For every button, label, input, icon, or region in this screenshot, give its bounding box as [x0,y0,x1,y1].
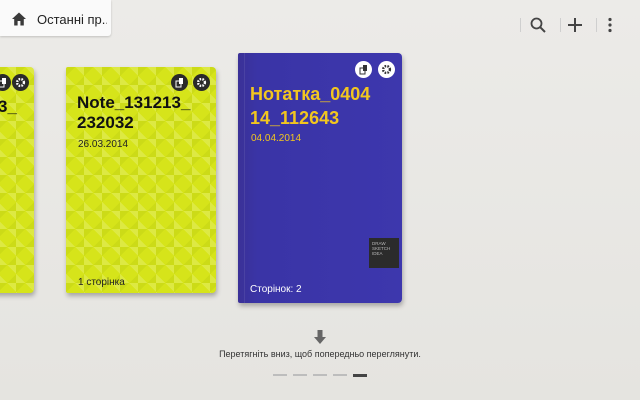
note-card-selected[interactable]: Нотатка_0404 14_112643 04.04.2014 DRAW S… [238,53,402,303]
note-date: 26.03.2014 [78,139,129,150]
settings-icon[interactable] [12,74,29,91]
overflow-menu-icon[interactable] [600,14,620,36]
drag-hint: Перетягніть вниз, щоб попередньо перегля… [219,349,421,359]
divider [596,18,597,32]
note-page-count: 1 сторінка [78,277,125,288]
note-title: Note_131213_ 232032 [77,93,191,132]
share-icon[interactable] [171,74,188,91]
share-icon[interactable] [0,74,11,91]
recent-notes-tab[interactable]: Останні пр... [0,0,111,36]
share-icon[interactable] [355,61,372,78]
note-card[interactable]: 3_ [0,67,34,293]
search-icon[interactable] [528,14,548,36]
note-title: Нотатка_0404 14_112643 [250,84,371,128]
page-dot-active[interactable] [353,373,367,377]
page-dot[interactable] [273,374,287,376]
settings-icon[interactable] [378,61,395,78]
app-logo: DRAW SKETCH IDEA [369,238,399,268]
settings-icon[interactable] [193,74,210,91]
page-dot[interactable] [333,374,347,376]
note-card[interactable]: Note_131213_ 232032 26.03.2014 1 сторінк… [66,67,216,293]
tab-title: Останні пр... [37,12,107,27]
note-title: 3_ [0,97,17,116]
page-dot[interactable] [313,374,327,376]
divider [560,18,561,32]
note-page-count: Сторінок: 2 [250,284,302,295]
page-dot[interactable] [293,374,307,376]
action-bar [520,14,640,40]
arrow-down-icon [314,330,326,344]
note-date: 04.04.2014 [251,133,302,144]
home-icon[interactable] [11,11,27,27]
add-icon[interactable] [565,14,585,36]
divider [520,18,521,32]
